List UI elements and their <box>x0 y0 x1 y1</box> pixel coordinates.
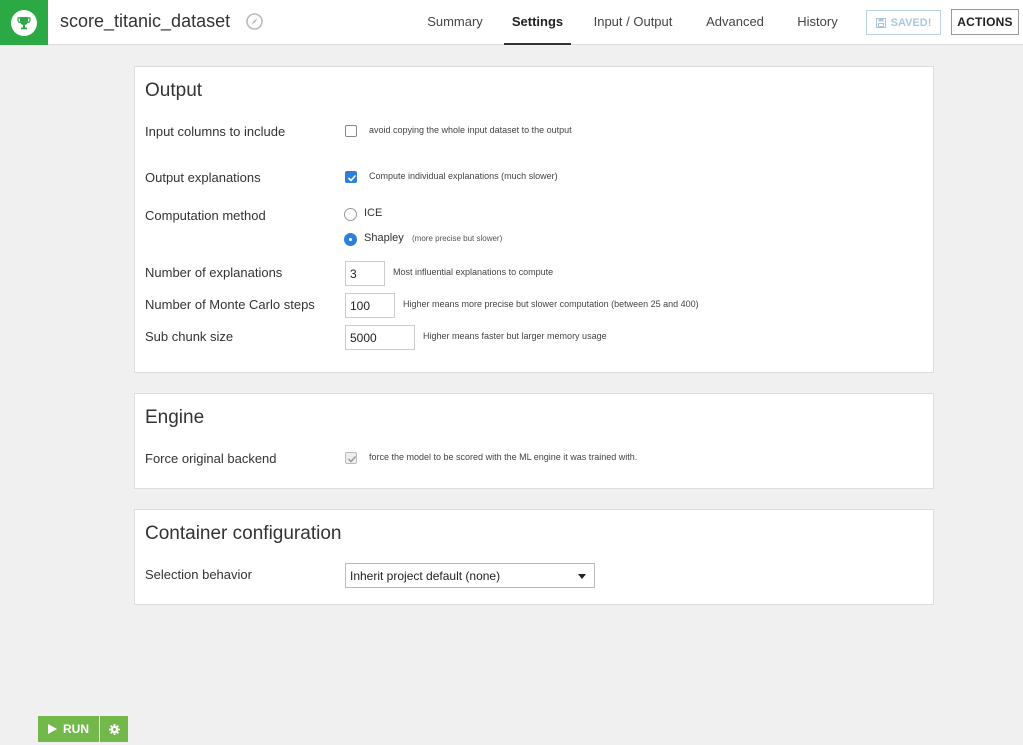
output-title: Output <box>145 80 203 101</box>
radio-ice[interactable] <box>344 208 357 221</box>
recipe-name[interactable]: score_titanic_dataset <box>60 11 230 32</box>
tab-advanced[interactable]: Advanced <box>700 0 770 45</box>
engine-panel: Engine Force original backend force the … <box>134 393 934 489</box>
radio-shapley-note: (more precise but slower) <box>412 234 503 243</box>
input-columns-hint: avoid copying the whole input dataset to… <box>369 125 572 135</box>
force-backend-hint: force the model to be scored with the ML… <box>369 452 638 462</box>
selection-behavior-select[interactable]: Inherit project default (none) <box>345 563 595 588</box>
caret-down-icon <box>578 574 586 579</box>
saved-label: SAVED! <box>890 16 932 29</box>
checkmark-icon <box>347 174 357 182</box>
actions-button[interactable]: ACTIONS <box>951 9 1019 35</box>
run-button[interactable]: RUN <box>38 716 99 742</box>
checkmark-icon <box>347 455 357 463</box>
trophy-icon <box>11 9 37 36</box>
sub-chunk-hint: Higher means faster but larger memory us… <box>423 331 607 341</box>
compass-icon[interactable] <box>246 13 263 30</box>
computation-method-label: Computation method <box>145 208 266 223</box>
tab-history[interactable]: History <box>790 0 845 45</box>
input-columns-label: Input columns to include <box>145 124 286 139</box>
radio-shapley[interactable] <box>344 233 357 246</box>
force-backend-checkbox[interactable] <box>345 452 357 464</box>
num-explanations-hint: Most influential explanations to compute <box>393 267 554 277</box>
gear-icon <box>108 723 120 735</box>
output-explanations-hint: Compute individual explanations (much sl… <box>369 171 558 181</box>
recipe-logo[interactable] <box>0 0 48 45</box>
monte-carlo-label: Number of Monte Carlo steps <box>145 297 315 312</box>
num-explanations-input[interactable] <box>345 261 385 286</box>
tab-summary[interactable]: Summary <box>420 0 490 45</box>
engine-title: Engine <box>145 407 205 428</box>
force-backend-label: Force original backend <box>145 451 277 466</box>
output-explanations-label: Output explanations <box>145 170 261 185</box>
tab-settings[interactable]: Settings <box>504 0 571 45</box>
saved-button[interactable]: SAVED! <box>866 10 941 35</box>
radio-ice-label: ICE <box>364 207 383 219</box>
tab-input-output[interactable]: Input / Output <box>586 0 680 45</box>
output-panel: Output Input columns to include avoid co… <box>134 66 934 373</box>
monte-carlo-input[interactable] <box>345 293 395 318</box>
save-icon <box>875 17 886 28</box>
selection-behavior-value: Inherit project default (none) <box>350 569 501 583</box>
num-explanations-label: Number of explanations <box>145 265 283 280</box>
container-panel: Container configuration Selection behavi… <box>134 509 934 605</box>
top-bar: score_titanic_dataset Summary Settings I… <box>0 0 1023 45</box>
radio-shapley-label: Shapley <box>364 232 404 244</box>
selection-behavior-label: Selection behavior <box>145 567 252 582</box>
input-columns-checkbox[interactable] <box>345 125 357 137</box>
play-icon <box>48 724 57 734</box>
run-settings-button[interactable] <box>100 716 128 742</box>
run-label: RUN <box>63 722 89 736</box>
container-title: Container configuration <box>145 523 342 544</box>
output-explanations-checkbox[interactable] <box>345 171 357 183</box>
sub-chunk-label: Sub chunk size <box>145 329 234 344</box>
monte-carlo-hint: Higher means more precise but slower com… <box>403 299 699 309</box>
sub-chunk-input[interactable] <box>345 325 415 350</box>
